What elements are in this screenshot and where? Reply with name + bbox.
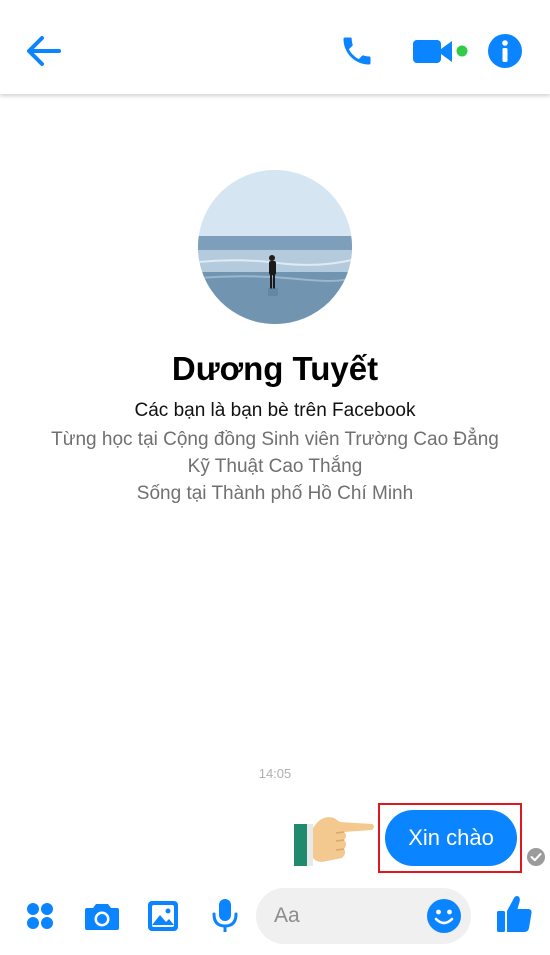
camera-button[interactable] bbox=[82, 896, 122, 936]
image-icon bbox=[148, 901, 178, 931]
check-circle-icon bbox=[526, 847, 546, 867]
pointing-hand-icon bbox=[292, 804, 376, 870]
info-icon bbox=[488, 34, 522, 68]
chat-header bbox=[0, 0, 550, 94]
conversation-info-button[interactable] bbox=[486, 32, 524, 70]
contact-name: Dương Tuyết bbox=[171, 350, 379, 387]
gallery-button[interactable] bbox=[143, 896, 183, 936]
message-input-field[interactable] bbox=[256, 888, 471, 944]
contact-profile: Dương Tuyết Các bạn là bạn bè trên Faceb… bbox=[0, 170, 550, 507]
video-camera-icon bbox=[413, 40, 468, 63]
microphone-icon bbox=[212, 899, 238, 932]
message-input[interactable] bbox=[274, 888, 424, 944]
phone-icon bbox=[343, 37, 371, 65]
emoji-button[interactable] bbox=[426, 898, 462, 934]
like-button[interactable] bbox=[493, 892, 535, 936]
four-dots-icon bbox=[27, 903, 53, 929]
thumbs-up-icon bbox=[497, 896, 532, 932]
arrow-left-icon bbox=[27, 36, 61, 66]
camera-icon bbox=[85, 904, 119, 930]
voice-record-button[interactable] bbox=[205, 896, 245, 936]
education-line-1: Từng học tại Cộng đồng Sinh viên Trường … bbox=[51, 429, 499, 450]
message-composer bbox=[0, 880, 550, 955]
friend-status: Các bạn là bạn bè trên Facebook bbox=[134, 400, 416, 421]
back-button[interactable] bbox=[20, 28, 66, 74]
message-bubble[interactable]: Xin chào bbox=[385, 810, 517, 866]
more-actions-button[interactable] bbox=[20, 896, 60, 936]
message-timestamp: 14:05 bbox=[258, 766, 292, 781]
education-line-2: Kỹ Thuật Cao Thắng bbox=[187, 456, 363, 477]
voice-call-button[interactable] bbox=[336, 30, 378, 72]
video-call-button[interactable] bbox=[410, 32, 470, 70]
location-line: Sống tại Thành phố Hồ Chí Minh bbox=[136, 483, 414, 504]
avatar[interactable] bbox=[198, 170, 352, 324]
active-status-dot bbox=[456, 45, 468, 57]
smiley-icon bbox=[427, 899, 461, 933]
beach-photo bbox=[198, 170, 352, 324]
